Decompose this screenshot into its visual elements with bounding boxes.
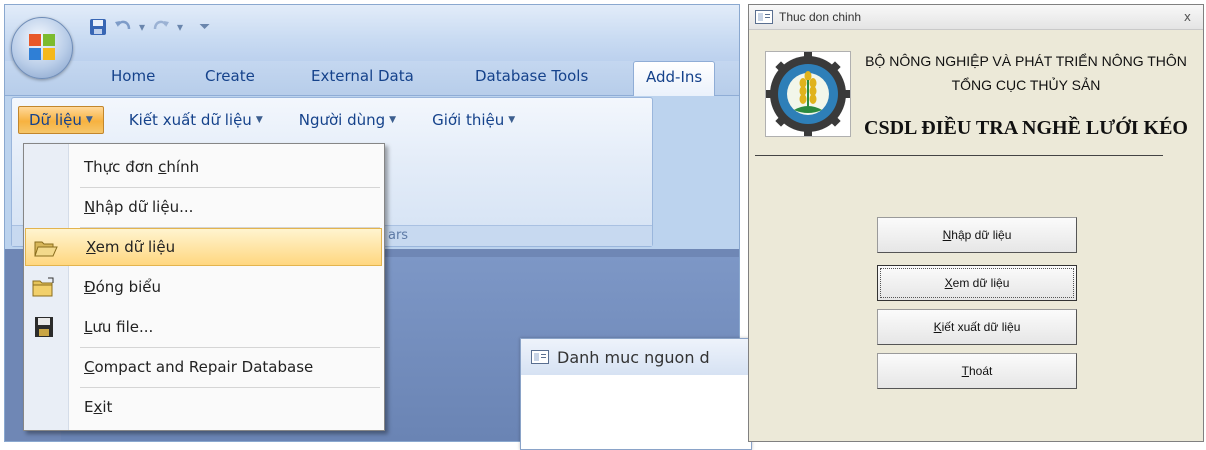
button-label: Xem dữ liệu [944, 276, 1010, 290]
tab-home[interactable]: Home [111, 67, 155, 85]
menu-item-luu-file[interactable]: Lưu file... [24, 308, 384, 346]
ministry-emblem-logo [765, 51, 851, 137]
menu-item-thuc-don-chinh[interactable]: Thực đơn chính [24, 148, 384, 186]
menu-gioi-thieu-button[interactable]: Giới thiệu ▼ [421, 106, 526, 134]
main-menu-dialog: Thuc don chinh x BỘ NÔNG NGHIỆP VÀ PHÁT … [748, 4, 1204, 442]
ministry-name: BỘ NÔNG NGHIỆP VÀ PHÁT TRIỂN NÔNG THÔN [865, 53, 1187, 69]
quick-access-toolbar: ▾ ▾ ⏷ [89, 15, 210, 39]
dialog-title-bar[interactable]: Thuc don chinh [749, 5, 1203, 30]
chevron-down-icon: ▼ [255, 115, 263, 125]
chevron-down-icon: ▼ [85, 115, 93, 125]
form-icon [531, 350, 549, 364]
menu-du-lieu-button[interactable]: Dữ liệu ▼ [18, 106, 104, 134]
ribbon-tabs: Home Create External Data Database Tools… [5, 61, 739, 96]
save-icon[interactable] [89, 18, 107, 36]
tab-add-ins[interactable]: Add-Ins [633, 61, 716, 96]
menu-item-label: Lưu file... [84, 318, 154, 336]
close-button[interactable]: x [1184, 10, 1191, 24]
menu-item-label: Nhập dữ liệu... [84, 198, 194, 216]
menu-item-label: Đóng biểu [84, 278, 162, 296]
close-folder-icon [32, 277, 54, 297]
group-label-text: ars [388, 228, 409, 243]
button-label: Thoát [961, 364, 993, 378]
menu-item-nhap-du-lieu[interactable]: Nhập dữ liệu... [24, 188, 384, 226]
save-disk-icon [35, 317, 53, 337]
menu-kiet-xuat-label: Kiết xuất dữ liệu [128, 111, 252, 129]
du-lieu-dropdown-menu: Thực đơn chính Nhập dữ liệu... Xem dữ li… [23, 143, 385, 431]
menu-nguoi-dung-label: Người dùng [298, 111, 386, 129]
subwindow-title-bar[interactable]: Danh muc nguon d [521, 339, 751, 375]
title-bar: ▾ ▾ ⏷ [5, 5, 739, 61]
office-logo-icon [29, 34, 55, 60]
menu-gioi-thieu-label: Giới thiệu [432, 111, 505, 129]
nhap-du-lieu-button[interactable]: Nhập dữ liệu [877, 217, 1077, 253]
office-button[interactable] [11, 17, 73, 79]
menu-item-label: Xem dữ liệu [86, 238, 176, 256]
thoat-button[interactable]: Thoát [877, 353, 1077, 389]
form-icon [755, 10, 773, 24]
tab-external-data[interactable]: External Data [311, 67, 414, 85]
menu-nguoi-dung-button[interactable]: Người dùng ▼ [288, 106, 407, 134]
menu-item-exit[interactable]: Exit [24, 388, 384, 426]
open-folder-icon [34, 241, 58, 257]
divider-line [755, 155, 1163, 156]
danh-muc-subwindow[interactable]: Danh muc nguon d [520, 338, 752, 450]
menu-kiet-xuat-button[interactable]: Kiết xuất dữ liệu ▼ [118, 106, 274, 134]
menu-item-xem-du-lieu[interactable]: Xem dữ liệu [25, 228, 382, 266]
menu-item-label: Compact and Repair Database [84, 358, 314, 376]
redo-icon[interactable] [151, 18, 171, 36]
tab-create[interactable]: Create [205, 67, 255, 85]
emblem-icon [766, 52, 850, 136]
directorate-name: TỔNG CỤC THỦY SẢN [951, 77, 1101, 93]
dialog-title: Thuc don chinh [779, 10, 862, 24]
button-label: Nhập dữ liệu [942, 228, 1012, 242]
system-title: CSDL ĐIỀU TRA NGHỀ LƯỚI KÉO [864, 117, 1188, 139]
menu-item-dong-bieu[interactable]: Đóng biểu [24, 268, 384, 306]
button-label: Kiết xuất dữ liệu [933, 320, 1021, 334]
kiet-xuat-du-lieu-button[interactable]: Kiết xuất dữ liệu [877, 309, 1077, 345]
subwindow-title: Danh muc nguon d [557, 347, 710, 367]
menu-item-compact-repair[interactable]: Compact and Repair Database [24, 348, 384, 386]
undo-icon[interactable] [113, 18, 133, 36]
chevron-down-icon: ▼ [508, 115, 516, 125]
redo-dropdown-icon[interactable]: ▾ [177, 20, 183, 34]
menu-du-lieu-label: Dữ liệu [29, 111, 82, 129]
customize-toolbar-icon[interactable]: ⏷ [199, 19, 210, 35]
xem-du-lieu-button[interactable]: Xem dữ liệu [877, 265, 1077, 301]
menu-item-label: Exit [84, 398, 113, 416]
tab-database-tools[interactable]: Database Tools [475, 67, 588, 85]
undo-dropdown-icon[interactable]: ▾ [139, 20, 145, 34]
chevron-down-icon: ▼ [389, 115, 397, 125]
ribbon-menu-row: Dữ liệu ▼ Kiết xuất dữ liệu ▼ Người dùng ▼ … [18, 106, 540, 134]
menu-item-label: Thực đơn chính [84, 158, 200, 176]
